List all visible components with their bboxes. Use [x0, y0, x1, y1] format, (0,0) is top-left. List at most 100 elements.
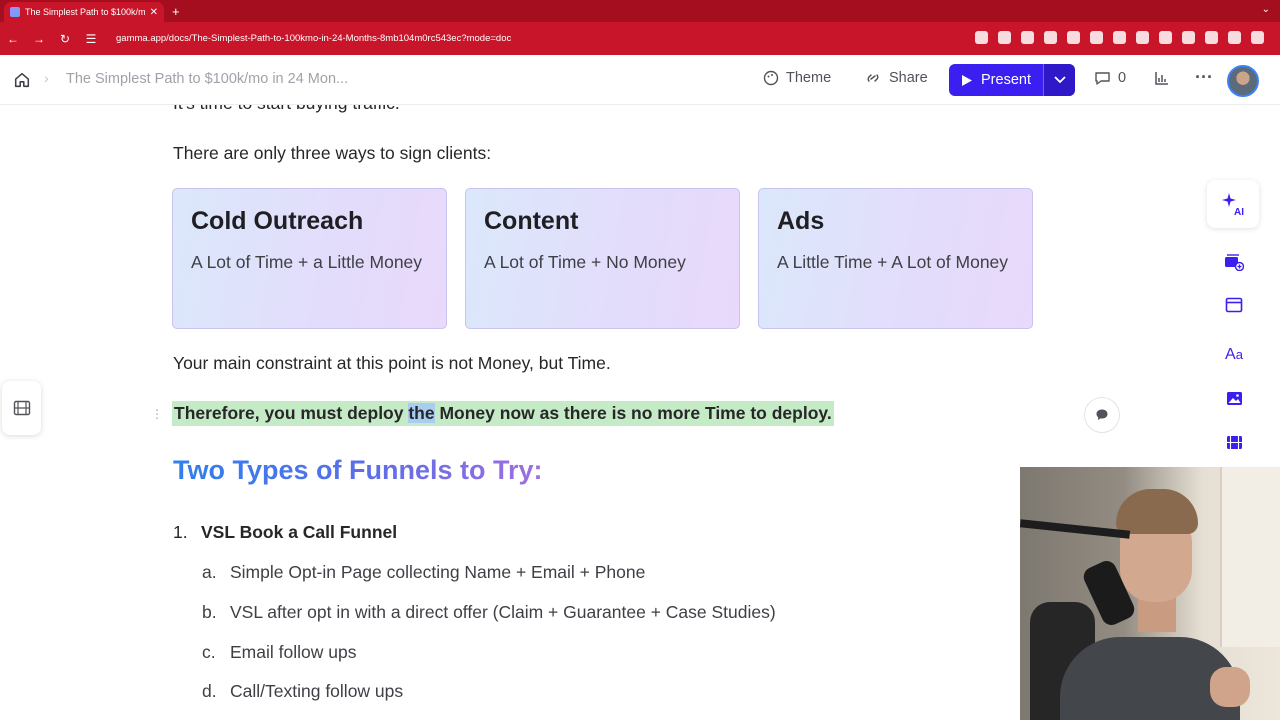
sub-list-text: Email follow ups	[230, 642, 357, 662]
card-title: Cold Outreach	[191, 207, 364, 235]
image-button[interactable]	[1224, 388, 1244, 408]
new-tab-button[interactable]: +	[172, 4, 180, 19]
chevron-right-icon: ›	[44, 70, 49, 86]
sub-list-letter: a.	[202, 562, 217, 582]
sub-list-text: Call/Texting follow ups	[230, 681, 404, 701]
user-avatar[interactable]	[1227, 65, 1259, 97]
ai-label: AI	[1234, 207, 1244, 217]
present-label: Present	[981, 72, 1031, 88]
sub-list-letter: d.	[202, 681, 217, 701]
extension-icon[interactable]	[1113, 31, 1126, 44]
card-content[interactable]: Content A Lot of Time + No Money	[465, 188, 740, 329]
extension-icon[interactable]	[1182, 31, 1195, 44]
twitter-extension-icon[interactable]	[1044, 31, 1057, 44]
video-film-icon	[1226, 435, 1242, 449]
add-card-button[interactable]	[1224, 252, 1244, 272]
back-icon[interactable]: ←	[6, 32, 20, 46]
menu-icon[interactable]	[1251, 31, 1264, 44]
webcam-overlay	[1020, 467, 1280, 720]
sub-list-letter: b.	[202, 602, 217, 622]
card-body: A Lot of Time + No Money	[484, 252, 686, 272]
section-heading: Two Types of Funnels to Try:	[173, 455, 543, 485]
gamma-favicon-icon	[10, 7, 20, 17]
browser-tab[interactable]: The Simplest Path to $100k/m ✕	[4, 2, 164, 22]
card-ads[interactable]: Ads A Little Time + A Lot of Money	[758, 188, 1033, 329]
card-title: Content	[484, 207, 579, 235]
comments-button[interactable]: 0	[1094, 70, 1126, 86]
extension-icon[interactable]	[1090, 31, 1103, 44]
highlighted-paragraph[interactable]: Therefore, you must deploy the Money now…	[172, 401, 834, 426]
zoom-icon[interactable]	[998, 31, 1011, 44]
ai-assistant-button[interactable]: AI	[1207, 180, 1259, 228]
comment-bubble-icon	[1096, 409, 1108, 420]
sub-list-letter: c.	[202, 642, 216, 662]
extension-icon[interactable]	[1159, 31, 1172, 44]
theme-label: Theme	[786, 70, 832, 86]
home-icon[interactable]	[13, 71, 31, 89]
sub-list-item: d. Call/Texting follow ups	[202, 681, 403, 702]
right-toolbar: AI Aa	[1207, 180, 1260, 470]
intro-paragraph: There are only three ways to sign client…	[173, 143, 492, 163]
image-icon	[1226, 391, 1242, 405]
url-host: gamma.app	[116, 33, 167, 44]
bookmark-star-icon[interactable]	[1021, 31, 1034, 44]
link-icon	[867, 74, 879, 82]
bar-chart-icon	[1155, 72, 1168, 85]
card-body: A Lot of Time + a Little Money	[191, 252, 423, 272]
webcam-door	[1220, 467, 1280, 647]
analytics-button[interactable]	[1154, 70, 1170, 86]
chevron-down-icon	[1053, 76, 1066, 84]
list-number: 1.	[173, 522, 188, 542]
layout-icon	[1225, 297, 1243, 313]
sub-list-item: b. VSL after opt in with a direct offer (…	[202, 602, 776, 623]
present-button[interactable]: Present	[949, 64, 1043, 96]
highlight-text-pre: Therefore, you must deploy	[174, 403, 409, 423]
play-icon	[962, 74, 972, 86]
extensions-area	[975, 31, 1264, 44]
add-comment-button[interactable]	[1084, 397, 1120, 433]
present-button-group: Present	[949, 64, 1075, 96]
card-title: Ads	[777, 207, 825, 235]
address-bar: ← → ↻ ☰ gamma.app/docs/The-Simplest-Path…	[0, 22, 1280, 55]
text-style-button[interactable]: Aa	[1224, 345, 1244, 365]
extension-icon[interactable]	[1136, 31, 1149, 44]
doc-title[interactable]: The Simplest Path to $100k/mo in 24 Mon.…	[66, 71, 348, 87]
sub-list-text: Simple Opt-in Page collecting Name + Ema…	[230, 562, 646, 582]
drag-handle-icon[interactable]: ⋮	[150, 404, 164, 424]
reload-icon[interactable]: ↻	[58, 32, 72, 46]
webcam-person-hand	[1210, 667, 1250, 707]
gamma-toolbar: › The Simplest Path to $100k/mo in 24 Mo…	[0, 55, 1280, 105]
sparkle-ai-icon: AI	[1222, 193, 1244, 217]
card-body: A Little Time + A Lot of Money	[777, 252, 1009, 272]
site-info-icon[interactable]: ☰	[84, 32, 98, 46]
cut-off-paragraph: It's time to start buying traffic.	[173, 105, 400, 114]
puzzle-icon[interactable]	[1205, 31, 1218, 44]
forward-icon[interactable]: →	[32, 32, 46, 46]
sub-list-text: VSL after opt in with a direct offer (Cl…	[230, 602, 776, 622]
comment-count: 0	[1118, 70, 1127, 86]
layout-button[interactable]	[1224, 295, 1244, 315]
tab-title: The Simplest Path to $100k/m	[25, 7, 145, 17]
text-selection: the	[408, 403, 435, 423]
close-tab-icon[interactable]: ✕	[150, 7, 158, 18]
constraint-paragraph: Your main constraint at this point is no…	[173, 353, 611, 373]
extension-icon[interactable]	[1067, 31, 1080, 44]
share-button[interactable]: Share	[864, 70, 928, 86]
install-icon[interactable]	[975, 31, 988, 44]
comment-icon	[1095, 72, 1110, 85]
tab-search-icon[interactable]: ⌄	[1262, 4, 1270, 15]
url-field[interactable]: gamma.app/docs/The-Simplest-Path-to-100k…	[116, 33, 511, 44]
highlight-text-post: Money now as there is no more Time to de…	[434, 403, 832, 423]
sub-list-item: c. Email follow ups	[202, 642, 356, 663]
more-menu-button[interactable]: ···	[1195, 67, 1213, 88]
video-button[interactable]	[1224, 432, 1244, 452]
list-item: 1. VSL Book a Call Funnel	[173, 522, 397, 543]
more-icon: ···	[1195, 67, 1213, 87]
profile-icon[interactable]	[1228, 31, 1241, 44]
card-layout-button[interactable]	[2, 381, 41, 435]
share-label: Share	[889, 70, 928, 86]
present-dropdown-button[interactable]	[1043, 64, 1075, 96]
theme-button[interactable]: Theme	[763, 70, 831, 86]
card-add-icon	[1225, 254, 1244, 271]
card-cold-outreach[interactable]: Cold Outreach A Lot of Time + a Little M…	[172, 188, 447, 329]
